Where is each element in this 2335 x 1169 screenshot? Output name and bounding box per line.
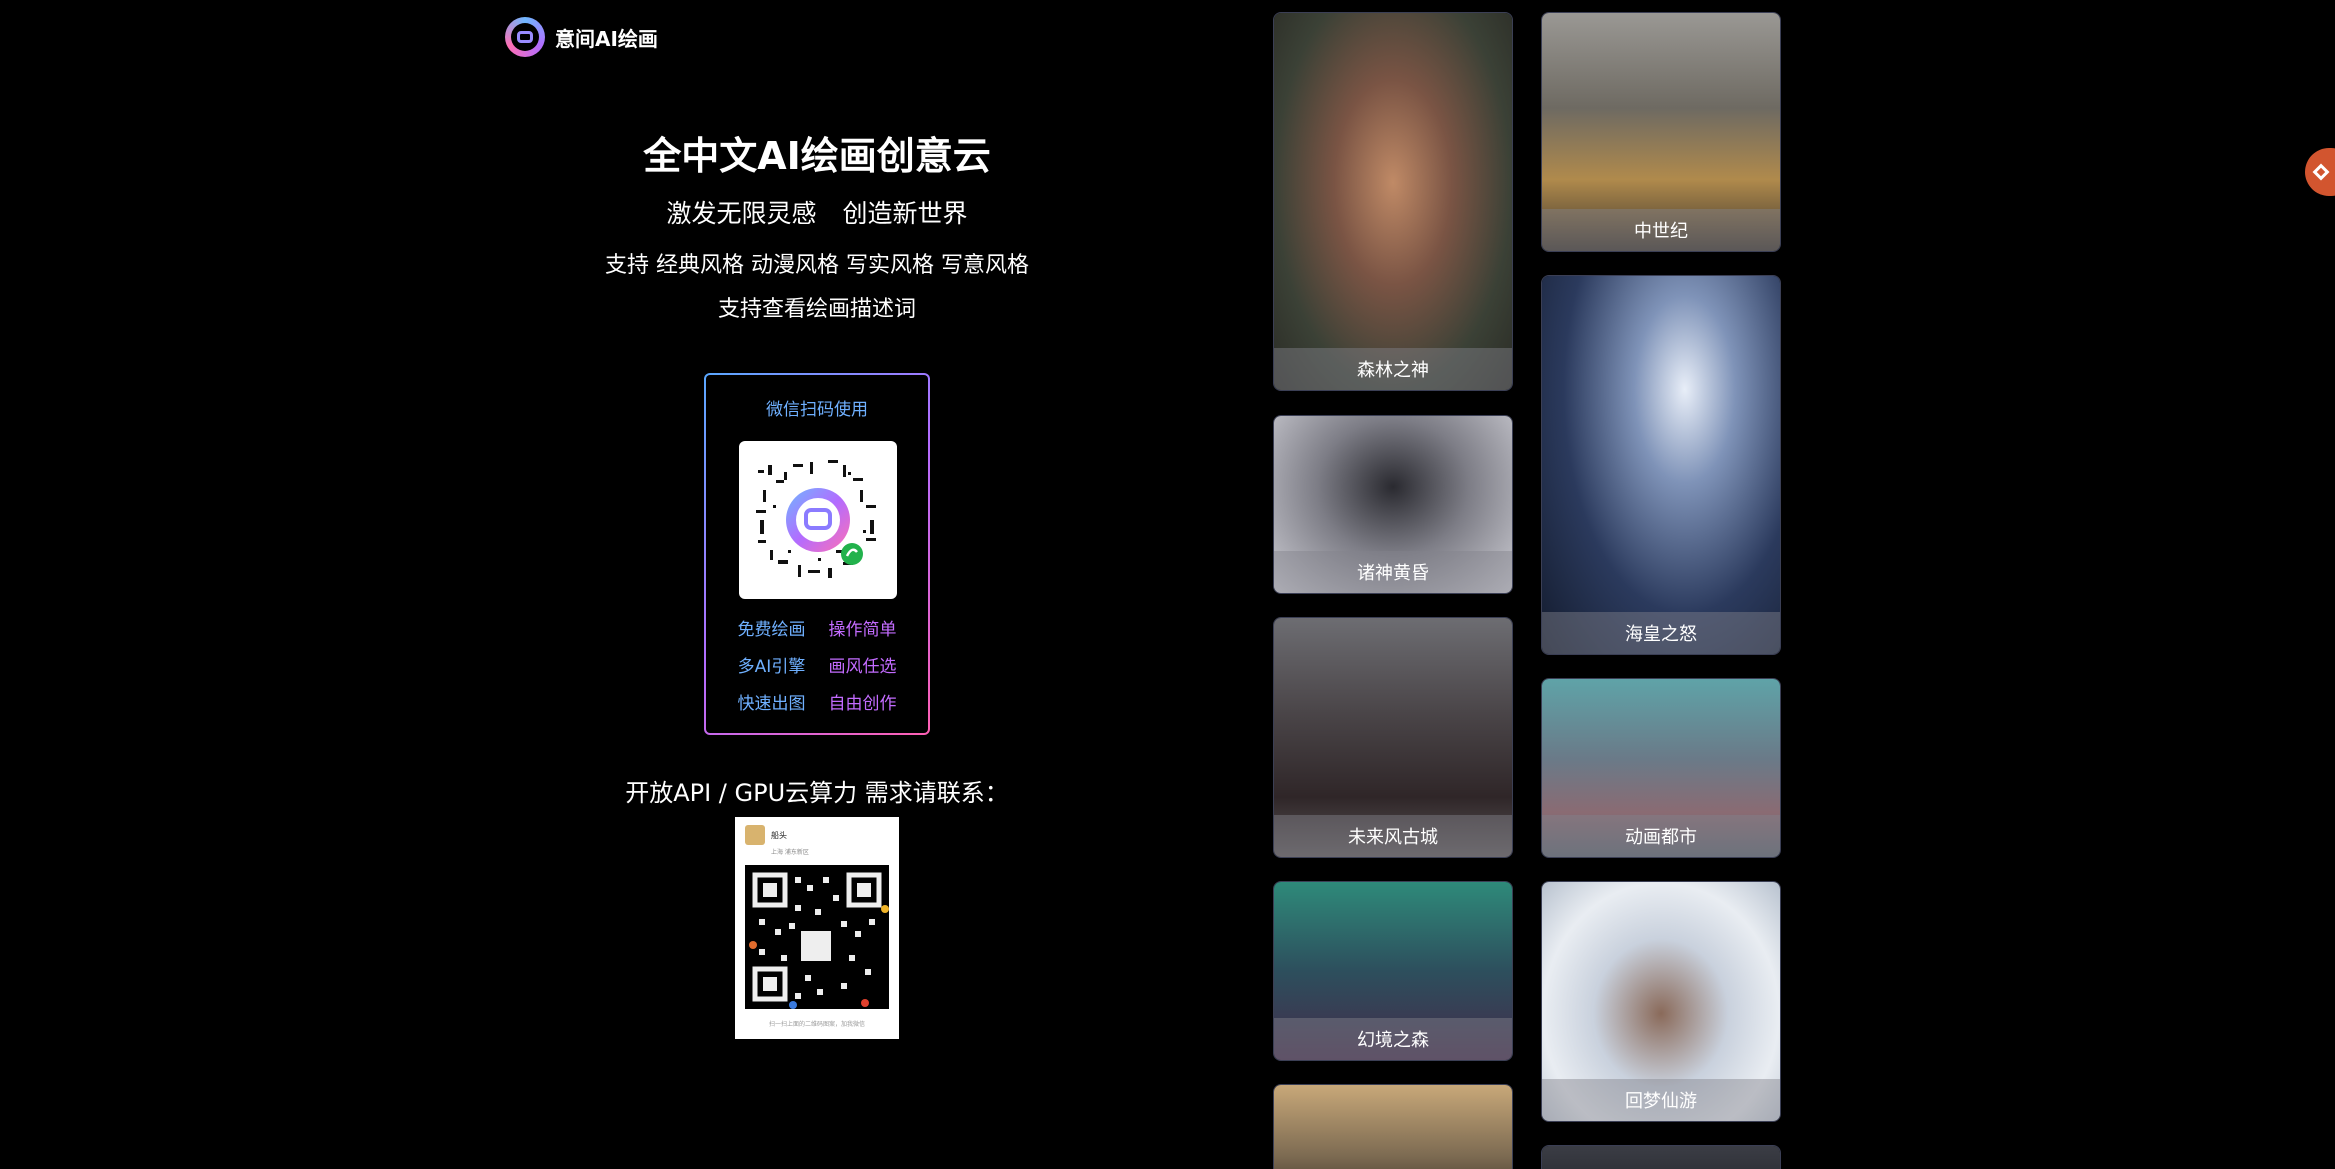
gallery-card-caption: 动画都市 xyxy=(1542,815,1780,857)
diamond-icon xyxy=(2312,163,2330,181)
gallery-card[interactable]: 诸神黄昏 xyxy=(1273,415,1513,594)
qr-code-icon xyxy=(756,460,876,578)
wechat-qr-card: 微信扫码使用 免费绘画 操作简单 多AI引擎 画风任选 快速出图 自由创作 xyxy=(704,373,930,735)
feature-item: 自由创作 xyxy=(828,694,897,714)
slogan-part-a: 激发无限灵感 xyxy=(666,199,817,228)
feature-item: 多AI引擎 xyxy=(737,657,806,677)
gallery-card-caption: 海皇之怒 xyxy=(1542,612,1780,654)
qr-card-title: 微信扫码使用 xyxy=(766,400,868,420)
feature-item: 操作简单 xyxy=(828,620,897,640)
gallery-card[interactable]: 海皇之怒 xyxy=(1541,275,1781,655)
contact-wechat-card: 船头 上海 浦东新区 扫一扫上面的二维码图案，加我微信 xyxy=(735,817,899,1039)
gallery-card[interactable] xyxy=(1273,1084,1513,1169)
gallery-card-caption: 中世纪 xyxy=(1542,209,1780,251)
gallery-card[interactable]: 中世纪 xyxy=(1541,12,1781,252)
gallery-card[interactable]: 幻境之森 xyxy=(1273,881,1513,1061)
gallery-card-caption: 未来风古城 xyxy=(1274,815,1512,857)
brand-logo[interactable]: 意间AI绘画 xyxy=(505,17,658,57)
gallery-card[interactable]: 动画都市 xyxy=(1541,678,1781,858)
contact-footer: 扫一扫上面的二维码图案，加我微信 xyxy=(768,1021,865,1028)
gallery-card[interactable]: 森林之神 xyxy=(1273,12,1513,391)
page-title: 全中文AI绘画创意云 xyxy=(643,134,991,178)
feature-item: 画风任选 xyxy=(828,657,897,677)
miniprogram-qr-code xyxy=(739,441,897,599)
gallery-card[interactable]: 未来风古城 xyxy=(1273,617,1513,858)
support-styles-text: 支持 经典风格 动漫风格 写实风格 写意风格 xyxy=(605,253,1029,278)
slogan: 激发无限灵感 创造新世界 xyxy=(560,196,1074,232)
gallery-card-caption: 森林之神 xyxy=(1274,348,1512,390)
feature-item: 快速出图 xyxy=(737,694,806,714)
contact-location: 上海 浦东新区 xyxy=(771,849,809,856)
contact-header: 船头 xyxy=(745,825,787,845)
hero: 全中文AI绘画创意云 激发无限灵感 创造新世界 支持 经典风格 动漫风格 写实风格… xyxy=(560,128,1074,326)
contact-qr-code xyxy=(745,865,889,1009)
gallery-card[interactable] xyxy=(1541,1145,1781,1169)
gallery-card-caption: 幻境之森 xyxy=(1274,1018,1512,1060)
feature-list: 免费绘画 操作简单 多AI引擎 画风任选 快速出图 自由创作 xyxy=(706,615,928,714)
support-prompts-text: 支持查看绘画描述词 xyxy=(717,297,916,322)
feature-item: 免费绘画 xyxy=(737,620,806,640)
avatar xyxy=(745,825,765,845)
api-contact-title: 开放API / GPU云算力 需求请联系： xyxy=(625,779,1009,807)
gallery-card-caption: 诸神黄昏 xyxy=(1274,551,1512,593)
gallery-card-caption: 回梦仙游 xyxy=(1542,1079,1780,1121)
brand-name: 意间AI绘画 xyxy=(555,26,658,51)
page: 意间AI绘画 全中文AI绘画创意云 激发无限灵感 创造新世界 支持 经典风格 动漫… xyxy=(0,0,2335,1169)
gallery-card[interactable]: 回梦仙游 xyxy=(1541,881,1781,1122)
robot-logo-icon xyxy=(505,17,545,57)
floating-side-button[interactable] xyxy=(2305,148,2335,196)
contact-name: 船头 xyxy=(771,830,787,840)
slogan-part-b: 创造新世界 xyxy=(842,199,968,228)
